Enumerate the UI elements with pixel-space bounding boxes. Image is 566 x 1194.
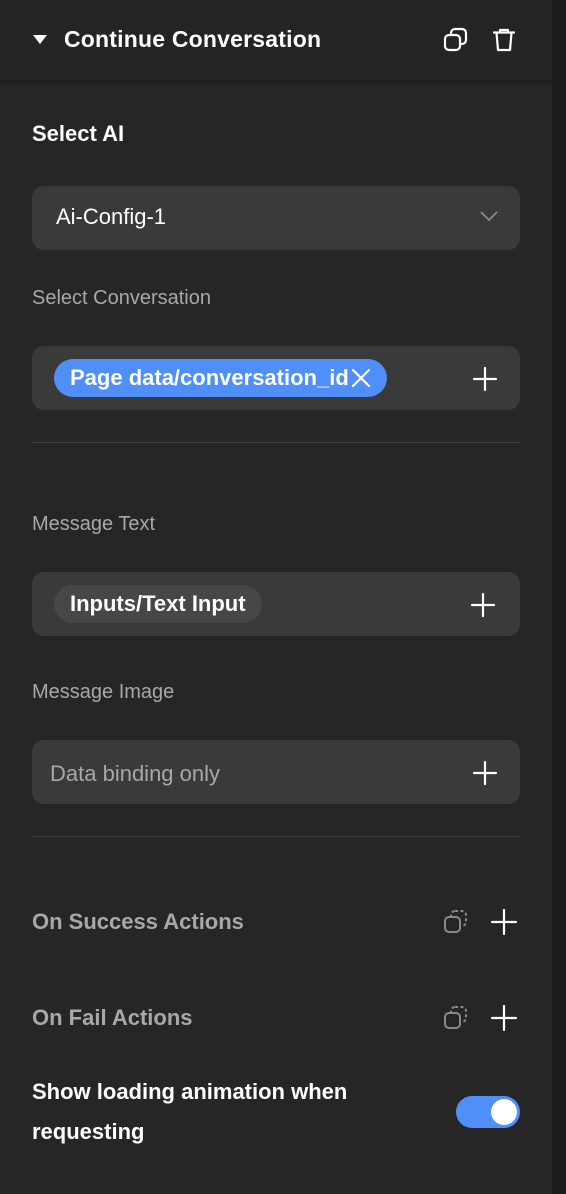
trash-icon[interactable]: [490, 26, 518, 54]
conversation-binding-chip[interactable]: Page data/conversation_id: [54, 359, 387, 397]
panel-title: Continue Conversation: [64, 26, 322, 52]
chevron-down-icon: [480, 211, 498, 222]
action-panel: Continue Conversation Select AI Ai-Confi…: [0, 0, 552, 1194]
select-conversation-field[interactable]: Page data/conversation_id: [32, 346, 520, 410]
select-ai-dropdown[interactable]: Ai-Config-1: [32, 186, 520, 250]
paste-icon[interactable]: [442, 908, 470, 936]
message-text-label: Message Text: [32, 513, 156, 535]
conversation-binding-label: Page data/conversation_id: [70, 365, 349, 390]
add-icon[interactable]: [472, 760, 498, 786]
message-image-placeholder: Data binding only: [50, 761, 221, 786]
duplicate-icon[interactable]: [442, 26, 470, 54]
paste-icon[interactable]: [442, 1004, 470, 1032]
scrollbar-track: [552, 0, 566, 1194]
toggle-knob: [491, 1099, 517, 1125]
message-text-binding-chip[interactable]: Inputs/Text Input: [54, 585, 262, 623]
on-fail-actions-label: On Fail Actions: [32, 1005, 193, 1030]
message-text-field[interactable]: Inputs/Text Input: [32, 572, 520, 636]
divider: [32, 836, 520, 837]
divider: [32, 442, 520, 443]
loading-animation-label: Show loading animation when requesting: [32, 1079, 348, 1144]
caret-down-icon[interactable]: [33, 35, 47, 44]
message-image-label: Message Image: [32, 681, 175, 703]
close-icon[interactable]: [351, 368, 371, 388]
on-success-actions-label: On Success Actions: [32, 909, 244, 934]
message-image-field[interactable]: Data binding only: [32, 740, 520, 804]
add-success-action-icon[interactable]: [490, 908, 518, 936]
add-icon[interactable]: [472, 366, 498, 392]
add-icon[interactable]: [470, 592, 496, 618]
loading-animation-toggle[interactable]: [456, 1096, 520, 1128]
select-ai-label: Select AI: [32, 121, 125, 146]
select-conversation-label: Select Conversation: [32, 287, 211, 309]
panel-header: Continue Conversation: [0, 0, 552, 80]
add-fail-action-icon[interactable]: [490, 1004, 518, 1032]
select-ai-value: Ai-Config-1: [56, 204, 167, 229]
